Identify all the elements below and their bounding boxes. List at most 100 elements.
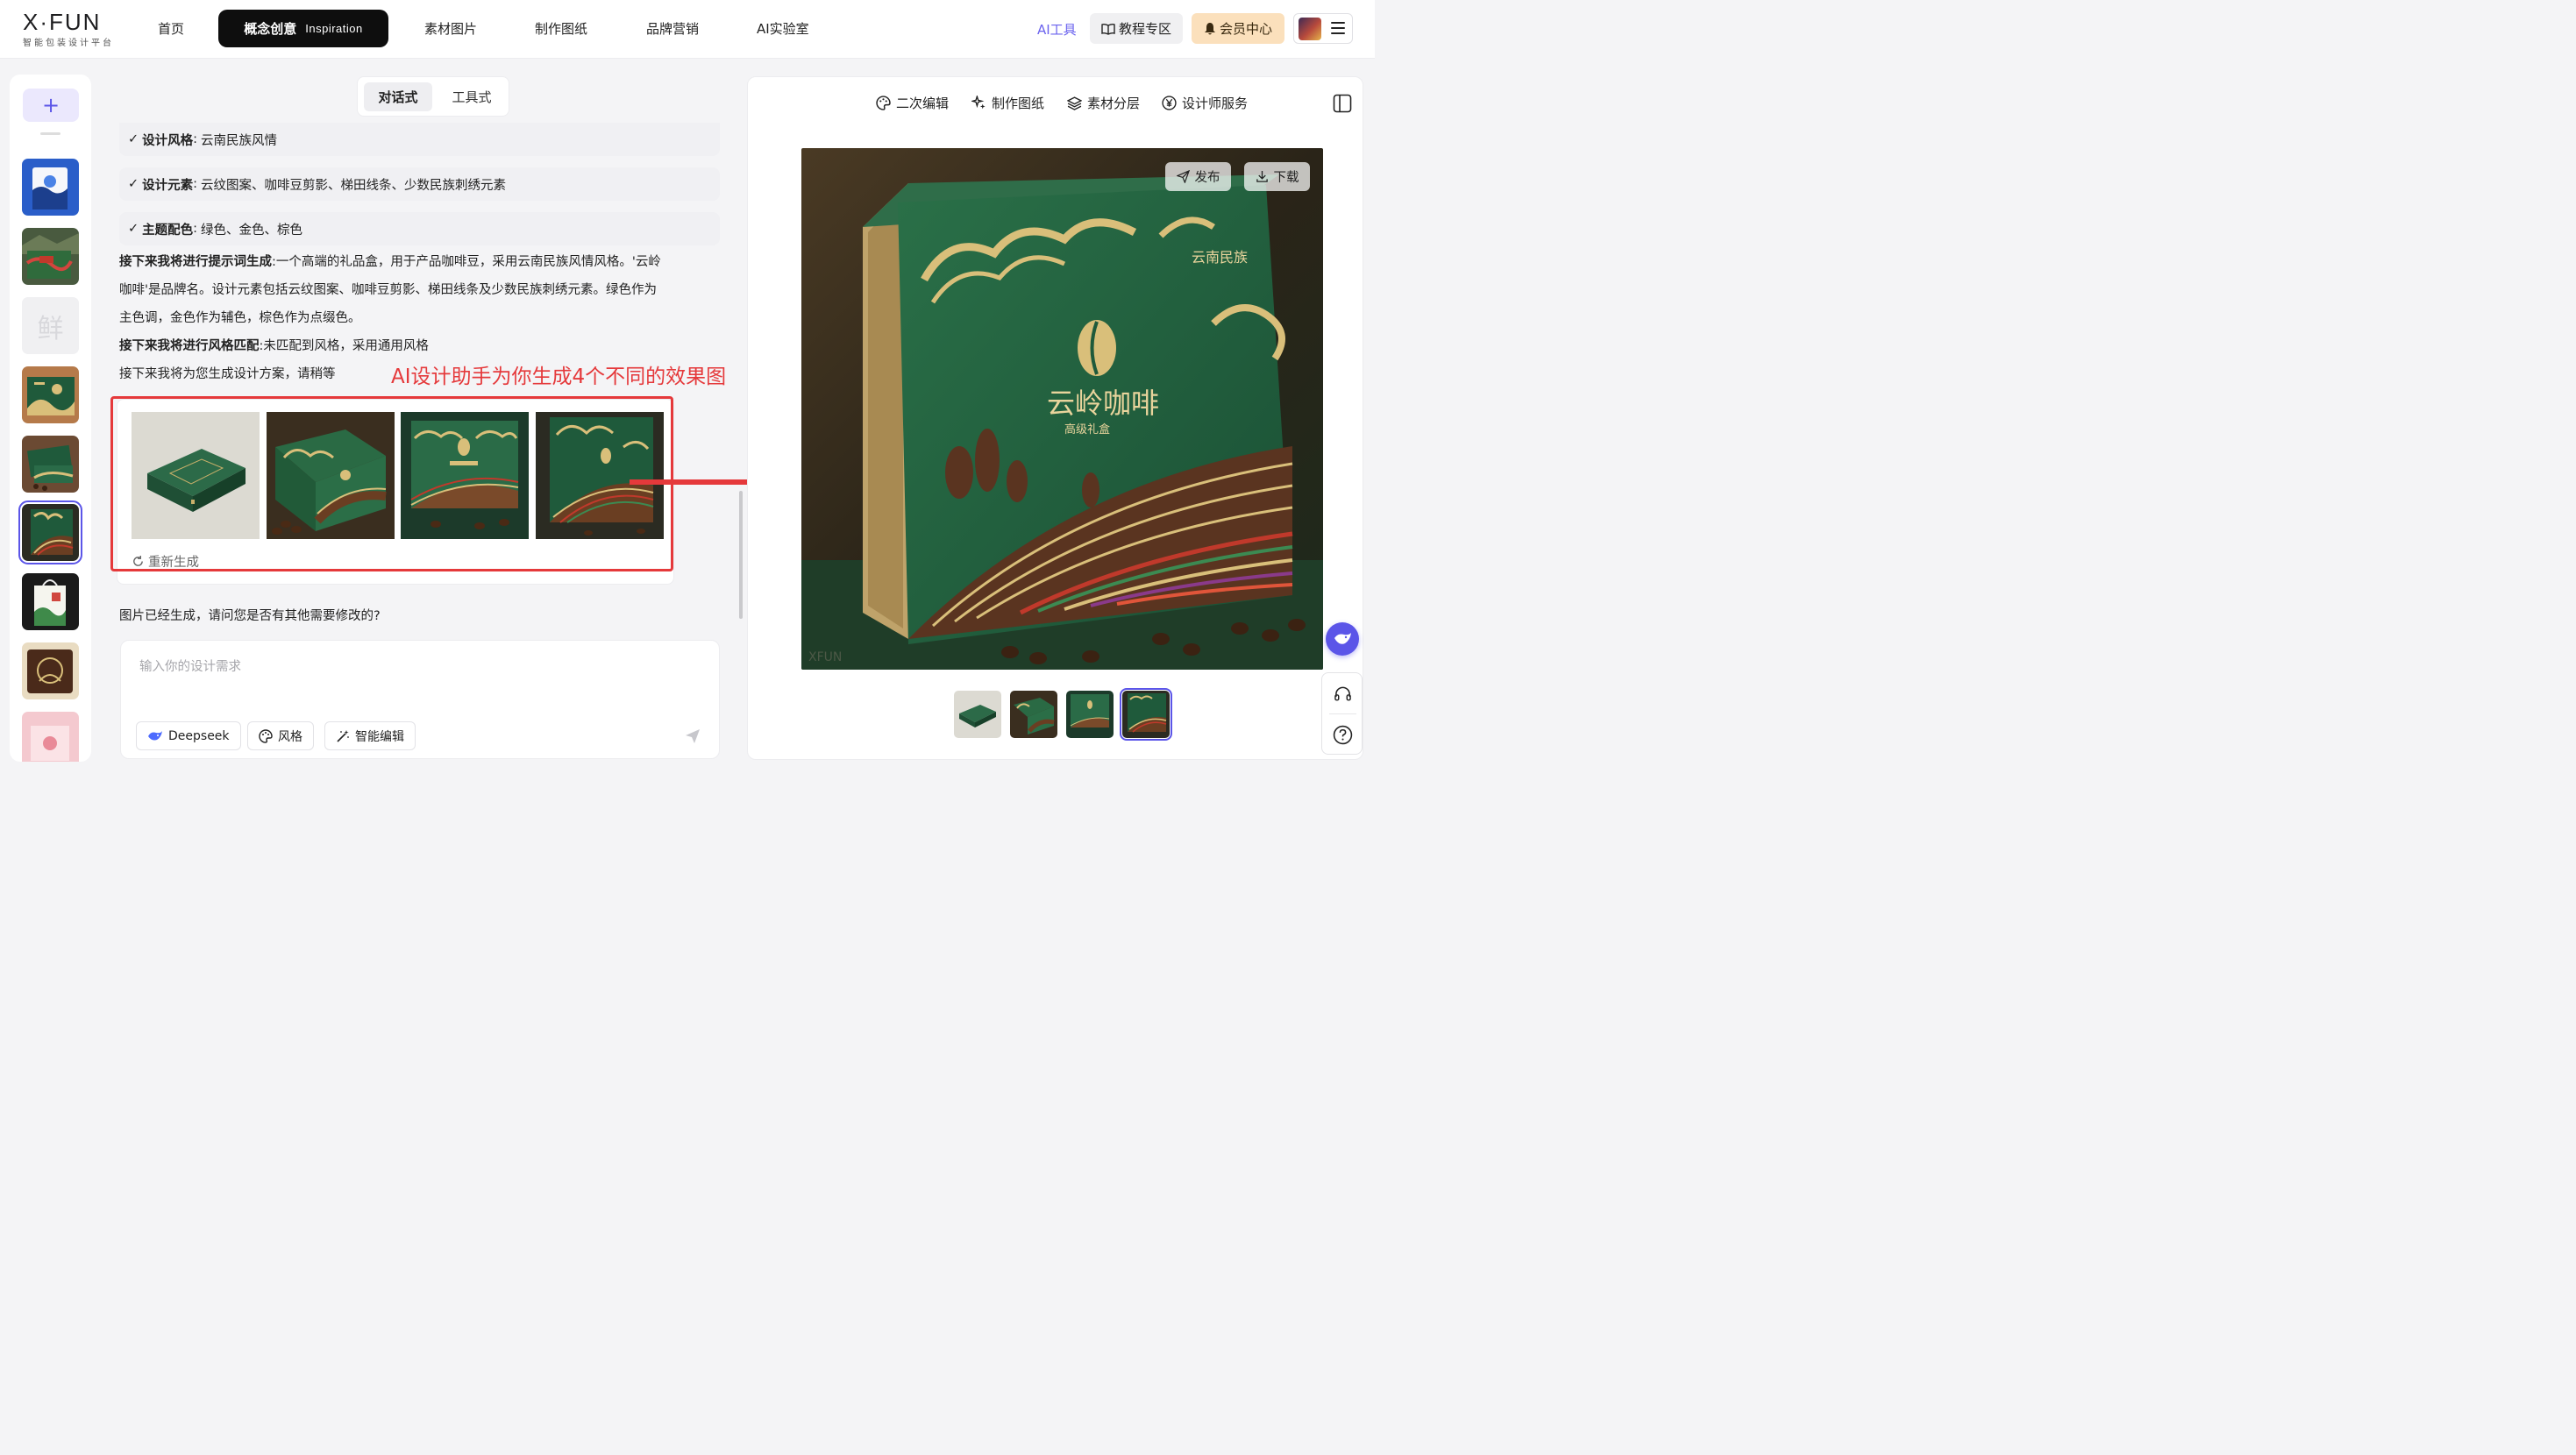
bird-icon [1334,633,1351,644]
support-divider [1329,713,1356,714]
main-preview-image[interactable]: 云岭咖啡 高级礼盒 云南民族 XFUN [801,148,1323,670]
design-tag-colors: ✓ 主题配色: 绿色、金色、棕色 [119,212,720,245]
prompt-message-line-2: 咖啡'是品牌名。设计元素包括云纹图案、咖啡豆剪影、梯田线条及少数民族刺绣元素。绿… [119,283,657,297]
nav-drawings[interactable]: 制作图纸 [535,19,587,38]
publish-button[interactable]: 发布 [1165,162,1231,191]
history-thumbnail-selected[interactable] [18,500,82,564]
ai-tools-link[interactable]: AI工具 [1037,20,1077,39]
publish-label: 发布 [1194,171,1220,185]
history-thumbnail[interactable] [22,159,79,216]
tutorial-button[interactable]: 教程专区 [1090,13,1183,44]
input-placeholder: 输入你的设计需求 [139,660,241,674]
member-center-button[interactable]: 会员中心 [1192,13,1284,44]
nav-inspiration-en: Inspiration [305,22,363,35]
send-icon[interactable] [684,728,701,745]
tool-label: 二次编辑 [896,96,950,111]
help-icon[interactable] [1333,725,1353,745]
chip-label: Deepseek [168,728,230,743]
tutorial-label: 教程专区 [1118,21,1171,37]
image-watermark: XFUN [808,650,842,664]
nav-inspiration-tab[interactable]: 概念创意 Inspiration [218,10,388,47]
preview-thumbnail[interactable] [1010,691,1057,738]
annotation-highlight-frame [110,396,673,571]
preview-thumbnail[interactable] [1066,691,1114,738]
headset-icon[interactable] [1334,685,1352,703]
box-corner-text: 云南民族 [1192,249,1248,266]
annotation-label: AI设计助手为你生成4个不同的效果图 [391,366,727,388]
preview-panel: 二次编辑 制作图纸 素材分层 设计师服务 云岭咖啡 高级礼盒 云南民族 XFUN… [747,76,1363,760]
tag-value: 云南民族风情 [201,133,278,148]
history-thumbnail[interactable] [22,228,79,285]
nav-materials[interactable]: 素材图片 [424,19,477,38]
history-thumbnail[interactable] [22,366,79,423]
sparkle-icon [971,96,986,110]
check-icon: ✓ [128,177,139,191]
history-thumbnail[interactable] [22,436,79,493]
designer-service-button[interactable]: 设计师服务 [1162,94,1248,112]
palette-icon [876,96,891,110]
chip-label: 风格 [278,729,302,744]
palette-icon [259,728,273,743]
box-brand-name: 云岭咖啡 [1047,387,1159,420]
top-navigation-bar: X·FUN 智能包装设计平台 首页 概念创意 Inspiration 素材图片 … [0,0,1375,59]
tool-label: 设计师服务 [1182,96,1249,111]
new-project-button[interactable]: + [23,89,79,122]
tag-label: 设计元素 [142,178,194,193]
panel-collapse-icon[interactable] [1333,94,1352,113]
chip-label: 智能编辑 [355,729,404,744]
member-label: 会员中心 [1219,21,1272,37]
style-button[interactable]: 风格 [247,721,314,750]
brand-logo[interactable]: X·FUN 智能包装设计平台 [23,11,114,48]
user-menu[interactable] [1293,13,1353,44]
download-button[interactable]: 下载 [1244,162,1310,191]
tag-value: 云纹图案、咖啡豆剪影、梯田线条、少数民族刺绣元素 [201,178,507,193]
make-drawing-button[interactable]: 制作图纸 [971,94,1044,112]
bell-icon [1204,22,1215,34]
deepseek-model-button[interactable]: Deepseek [136,721,241,750]
history-thumbnail[interactable]: 鲜 [22,297,79,354]
box-subtitle: 高级礼盒 [1064,422,1110,436]
followup-message: 图片已经生成，请问您是否有其他需要修改的? [119,609,381,623]
nav-inspiration-zh: 概念创意 [244,21,297,37]
tool-label: 素材分层 [1087,96,1141,111]
download-label: 下载 [1273,171,1299,185]
book-icon [1101,23,1115,35]
send-icon [1176,170,1190,183]
smart-edit-button[interactable]: 智能编辑 [324,721,416,750]
design-tag-style: ✓ 设计风格: 云南民族风情 [119,123,720,156]
ai-assistant-bot-button[interactable] [1326,622,1359,656]
history-sidebar: + 鲜 [10,75,91,762]
preview-thumbnail-selected[interactable] [1120,688,1172,741]
chat-scrollbar[interactable] [739,491,743,619]
design-request-input[interactable]: 输入你的设计需求 Deepseek 风格 智能编辑 [120,640,720,759]
sidebar-divider [40,132,60,135]
style-text: :未匹配到风格，采用通用风格 [259,339,429,353]
nav-brand-marketing[interactable]: 品牌营销 [646,19,699,38]
check-icon: ✓ [128,222,139,236]
history-thumbnail[interactable] [22,573,79,630]
secondary-edit-button[interactable]: 二次编辑 [876,94,949,112]
hamburger-menu-icon[interactable] [1331,22,1345,36]
material-layers-button[interactable]: 素材分层 [1067,94,1140,112]
thumbnail-placeholder-char: 鲜 [37,313,64,344]
history-thumbnail[interactable] [22,642,79,699]
tab-tool-mode[interactable]: 工具式 [438,82,506,111]
tool-label: 制作图纸 [992,96,1045,111]
history-thumbnail[interactable] [22,712,79,762]
yen-coin-icon [1162,96,1177,110]
tag-label: 主题配色 [142,223,194,238]
nav-ai-lab[interactable]: AI实验室 [757,19,809,38]
avatar[interactable] [1299,18,1321,40]
tag-value: 绿色、金色、棕色 [201,223,303,238]
tab-dialog-mode[interactable]: 对话式 [364,82,432,111]
deepseek-whale-icon [148,730,162,740]
waiting-message: 接下来我将为您生成设计方案，请稍等 [119,367,336,381]
nav-home[interactable]: 首页 [158,19,184,38]
check-icon: ✓ [128,132,139,146]
prompt-message-line-3: 主色调，金色作为辅色，棕色作为点缀色。 [119,311,361,325]
layers-icon [1067,96,1082,110]
style-title: 接下来我将进行风格匹配 [119,339,260,353]
preview-thumbnail[interactable] [954,691,1001,738]
magic-wand-icon [337,729,349,742]
download-icon [1256,170,1268,182]
